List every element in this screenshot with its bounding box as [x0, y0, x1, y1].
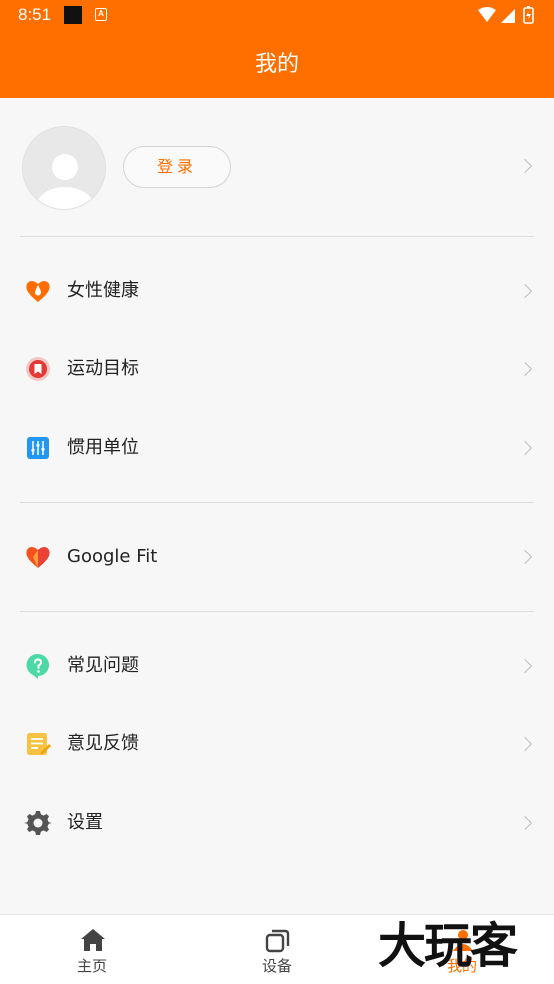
signal-icon [501, 9, 515, 23]
feedback-note-icon [27, 733, 51, 755]
tab-label: 主页 [76, 957, 107, 975]
menu-item-label: 设置 [67, 812, 103, 833]
chevron-right-icon [517, 815, 533, 831]
avatar[interactable] [22, 126, 106, 210]
menu-item-label: 意见反馈 [67, 733, 139, 754]
chevron-right-icon [517, 440, 533, 456]
home-icon [81, 929, 105, 951]
devices-icon [265, 929, 290, 953]
tab-label: 设备 [261, 957, 292, 975]
notification-icon [64, 6, 82, 24]
question-bubble-icon [26, 653, 49, 679]
status-time: 8:51 [18, 5, 52, 24]
menu-item-label: 运动目标 [67, 358, 139, 379]
menu-item-label: 常见问题 [67, 655, 139, 676]
login-button[interactable]: 登录 [123, 146, 231, 188]
chevron-right-icon [517, 158, 533, 174]
target-bookmark-icon [26, 357, 50, 381]
app-header: 8:51 A 我的 [0, 0, 554, 98]
menu-item-sliders[interactable]: 惯用单位 [0, 409, 554, 487]
tab-home[interactable]: 主页 [32, 915, 152, 984]
menu-item-label: 惯用单位 [67, 437, 139, 458]
sliders-icon [27, 437, 49, 459]
menu-item-heart-drop[interactable]: 女性健康 [0, 252, 554, 330]
menu-item-gear[interactable]: 设置 [0, 784, 554, 862]
menu-item-google-fit-heart[interactable]: Google Fit [0, 518, 554, 596]
wifi-icon [478, 7, 496, 22]
chevron-right-icon [517, 736, 533, 752]
chevron-right-icon [517, 658, 533, 674]
default-avatar-icon [37, 154, 93, 209]
page-title: 我的 [254, 52, 299, 77]
heart-drop-icon [26, 281, 50, 302]
divider [20, 236, 534, 237]
watermark-logo: 大玩客 [378, 918, 518, 974]
tab-devices[interactable]: 设备 [217, 915, 337, 984]
accessibility-icon: A [95, 8, 107, 21]
profile-section[interactable]: 登录 [0, 98, 554, 236]
menu-item-label: 女性健康 [67, 280, 139, 301]
menu-item-feedback-note[interactable]: 意见反馈 [0, 705, 554, 783]
chevron-right-icon [517, 361, 533, 377]
menu-item-question-bubble[interactable]: 常见问题 [0, 627, 554, 705]
divider [20, 502, 534, 503]
gear-icon [24, 811, 52, 835]
status-bar: 8:51 A [0, 0, 554, 30]
menu-item-target-bookmark[interactable]: 运动目标 [0, 330, 554, 408]
google-fit-heart-icon [26, 547, 50, 568]
divider [20, 611, 534, 612]
chevron-right-icon [517, 549, 533, 565]
status-icons [478, 6, 534, 24]
menu-item-label: Google Fit [67, 546, 158, 567]
chevron-right-icon [517, 283, 533, 299]
